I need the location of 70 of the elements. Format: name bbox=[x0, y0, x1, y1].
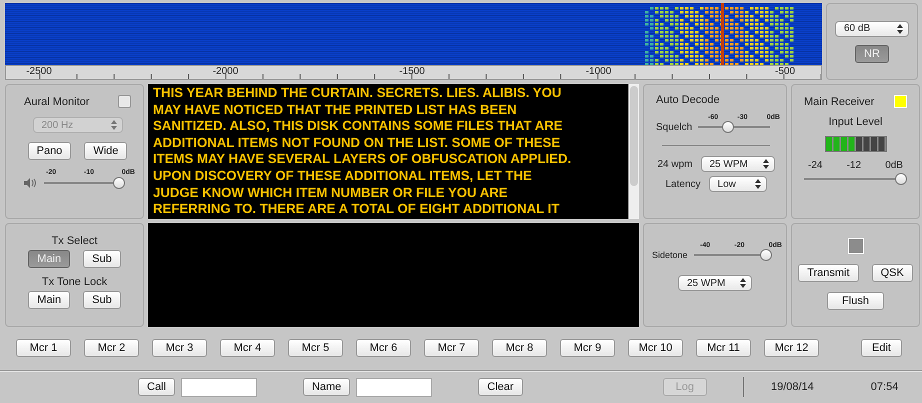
name-input-field[interactable] bbox=[356, 378, 432, 396]
axis-label: -1500 bbox=[399, 66, 425, 78]
axis-label: -1000 bbox=[586, 66, 612, 78]
tx-select-label: Tx Select bbox=[52, 235, 98, 247]
scale-label: 0dB bbox=[885, 160, 903, 171]
name-button[interactable]: Name bbox=[302, 378, 350, 396]
decoded-text-line: JUDGE KNOW WHICH ITEM NUMBER OR FILE YOU ARE bbox=[153, 184, 508, 202]
macro-button[interactable]: Mcr 3 bbox=[152, 339, 207, 357]
speed-dropdown[interactable]: 25 WPM bbox=[678, 275, 752, 291]
updown-arrows-icon bbox=[754, 179, 761, 189]
call-input-field[interactable] bbox=[180, 378, 257, 396]
range-dropdown[interactable]: 60 dB bbox=[835, 20, 909, 36]
slider-thumb[interactable] bbox=[895, 173, 907, 185]
speaker-icon bbox=[24, 178, 38, 188]
decoded-text-line: ADDITIONAL ITEMS NOT FOUND ON THE LIST. SOME OF THESE bbox=[153, 134, 560, 152]
mode-button[interactable]: Wide bbox=[84, 142, 128, 160]
squelch-label: Squelch bbox=[656, 122, 692, 132]
axis-label: -500 bbox=[775, 66, 795, 78]
date-text: 19/08/14 bbox=[770, 381, 814, 393]
scale-label: -12 bbox=[846, 160, 862, 171]
decoded-text-line: THIS YEAR BEHIND THE CURTAIN. SECRETS. LIES. ALIBIS. YOU bbox=[153, 85, 562, 102]
decoded-text-line: MAY HAVE NOTICED THAT THE PRINTED LIST HAS BEEN bbox=[153, 102, 517, 118]
mode-button[interactable]: Pano bbox=[28, 142, 72, 160]
clear-button[interactable]: Clear bbox=[478, 378, 523, 396]
auto-decode-label: Auto Decode bbox=[656, 94, 721, 106]
tx-tone-lock-label: Tx Tone Lock bbox=[42, 276, 108, 288]
macro-button[interactable]: Mcr 6 bbox=[356, 339, 411, 357]
edit-button[interactable]: Edit bbox=[861, 339, 902, 357]
decoded-text-line: ITEMS MAY HAVE SEVERAL LAYERS OF OBFUSCATION APPLIED. bbox=[153, 151, 572, 168]
qsk-button[interactable]: QSK bbox=[872, 264, 913, 282]
macro-button[interactable]: Mcr 10 bbox=[628, 339, 683, 357]
macro-button[interactable]: Mcr 11 bbox=[696, 339, 751, 357]
slider-thumb[interactable] bbox=[760, 249, 772, 261]
scrollbar[interactable] bbox=[628, 84, 639, 219]
main-receiver-label: Main Receiver bbox=[804, 96, 874, 108]
macro-button[interactable]: Mcr 9 bbox=[560, 339, 615, 357]
decoded-text-line: SANITIZED. ALSO, THIS DISK CONTAINS SOME FILES THAT ARE bbox=[153, 118, 563, 135]
slider-thumb[interactable] bbox=[722, 121, 734, 133]
latency-dropdown[interactable]: Low bbox=[708, 176, 767, 192]
macro-button[interactable]: Mcr 4 bbox=[220, 339, 275, 357]
call-button[interactable]: Call bbox=[138, 378, 175, 396]
macro-button[interactable]: Mcr 7 bbox=[424, 339, 479, 357]
speed-dropdown[interactable]: 25 WPM bbox=[700, 156, 774, 172]
decoded-text-line: UPON DISCOVERY OF THESE ADDITIONAL ITEMS, LET THE bbox=[153, 168, 532, 185]
time-text: 07:54 bbox=[870, 381, 898, 393]
scale-label: -24 bbox=[808, 160, 822, 171]
updown-arrows-icon bbox=[110, 120, 116, 130]
macro-button[interactable]: Mcr 8 bbox=[492, 339, 547, 357]
slider-thumb[interactable] bbox=[113, 177, 125, 189]
sidetone-label: Sidetone bbox=[652, 250, 688, 260]
speed-reading: 24 wpm bbox=[657, 158, 692, 170]
input-level-label: Input Level bbox=[828, 116, 882, 128]
macro-button[interactable]: Mcr 2 bbox=[84, 339, 139, 357]
flush-button[interactable]: Flush bbox=[827, 292, 884, 310]
decoded-text-line: REFERRING TO. THERE ARE A TOTAL OF EIGHT ADDITIONAL IT bbox=[153, 201, 560, 218]
axis-label: -2000 bbox=[212, 66, 238, 78]
updown-arrows-icon bbox=[740, 278, 746, 288]
tone-lock-button[interactable]: Sub bbox=[83, 291, 121, 309]
tx-select-button[interactable]: Sub bbox=[83, 250, 121, 268]
updown-arrows-icon bbox=[762, 159, 768, 169]
tone-lock-button[interactable]: Main bbox=[28, 291, 70, 309]
transmit-button[interactable]: Transmit bbox=[798, 264, 859, 282]
aural-monitor-label: Aural Monitor bbox=[24, 96, 90, 108]
latency-label: Latency bbox=[665, 178, 701, 190]
axis-label: -2500 bbox=[26, 66, 52, 78]
macro-button[interactable]: Mcr 1 bbox=[16, 339, 71, 357]
checkbox[interactable] bbox=[118, 95, 131, 108]
updown-arrows-icon bbox=[897, 24, 903, 34]
macro-button[interactable]: Mcr 5 bbox=[288, 339, 343, 357]
macro-button[interactable]: Mcr 12 bbox=[764, 339, 819, 357]
